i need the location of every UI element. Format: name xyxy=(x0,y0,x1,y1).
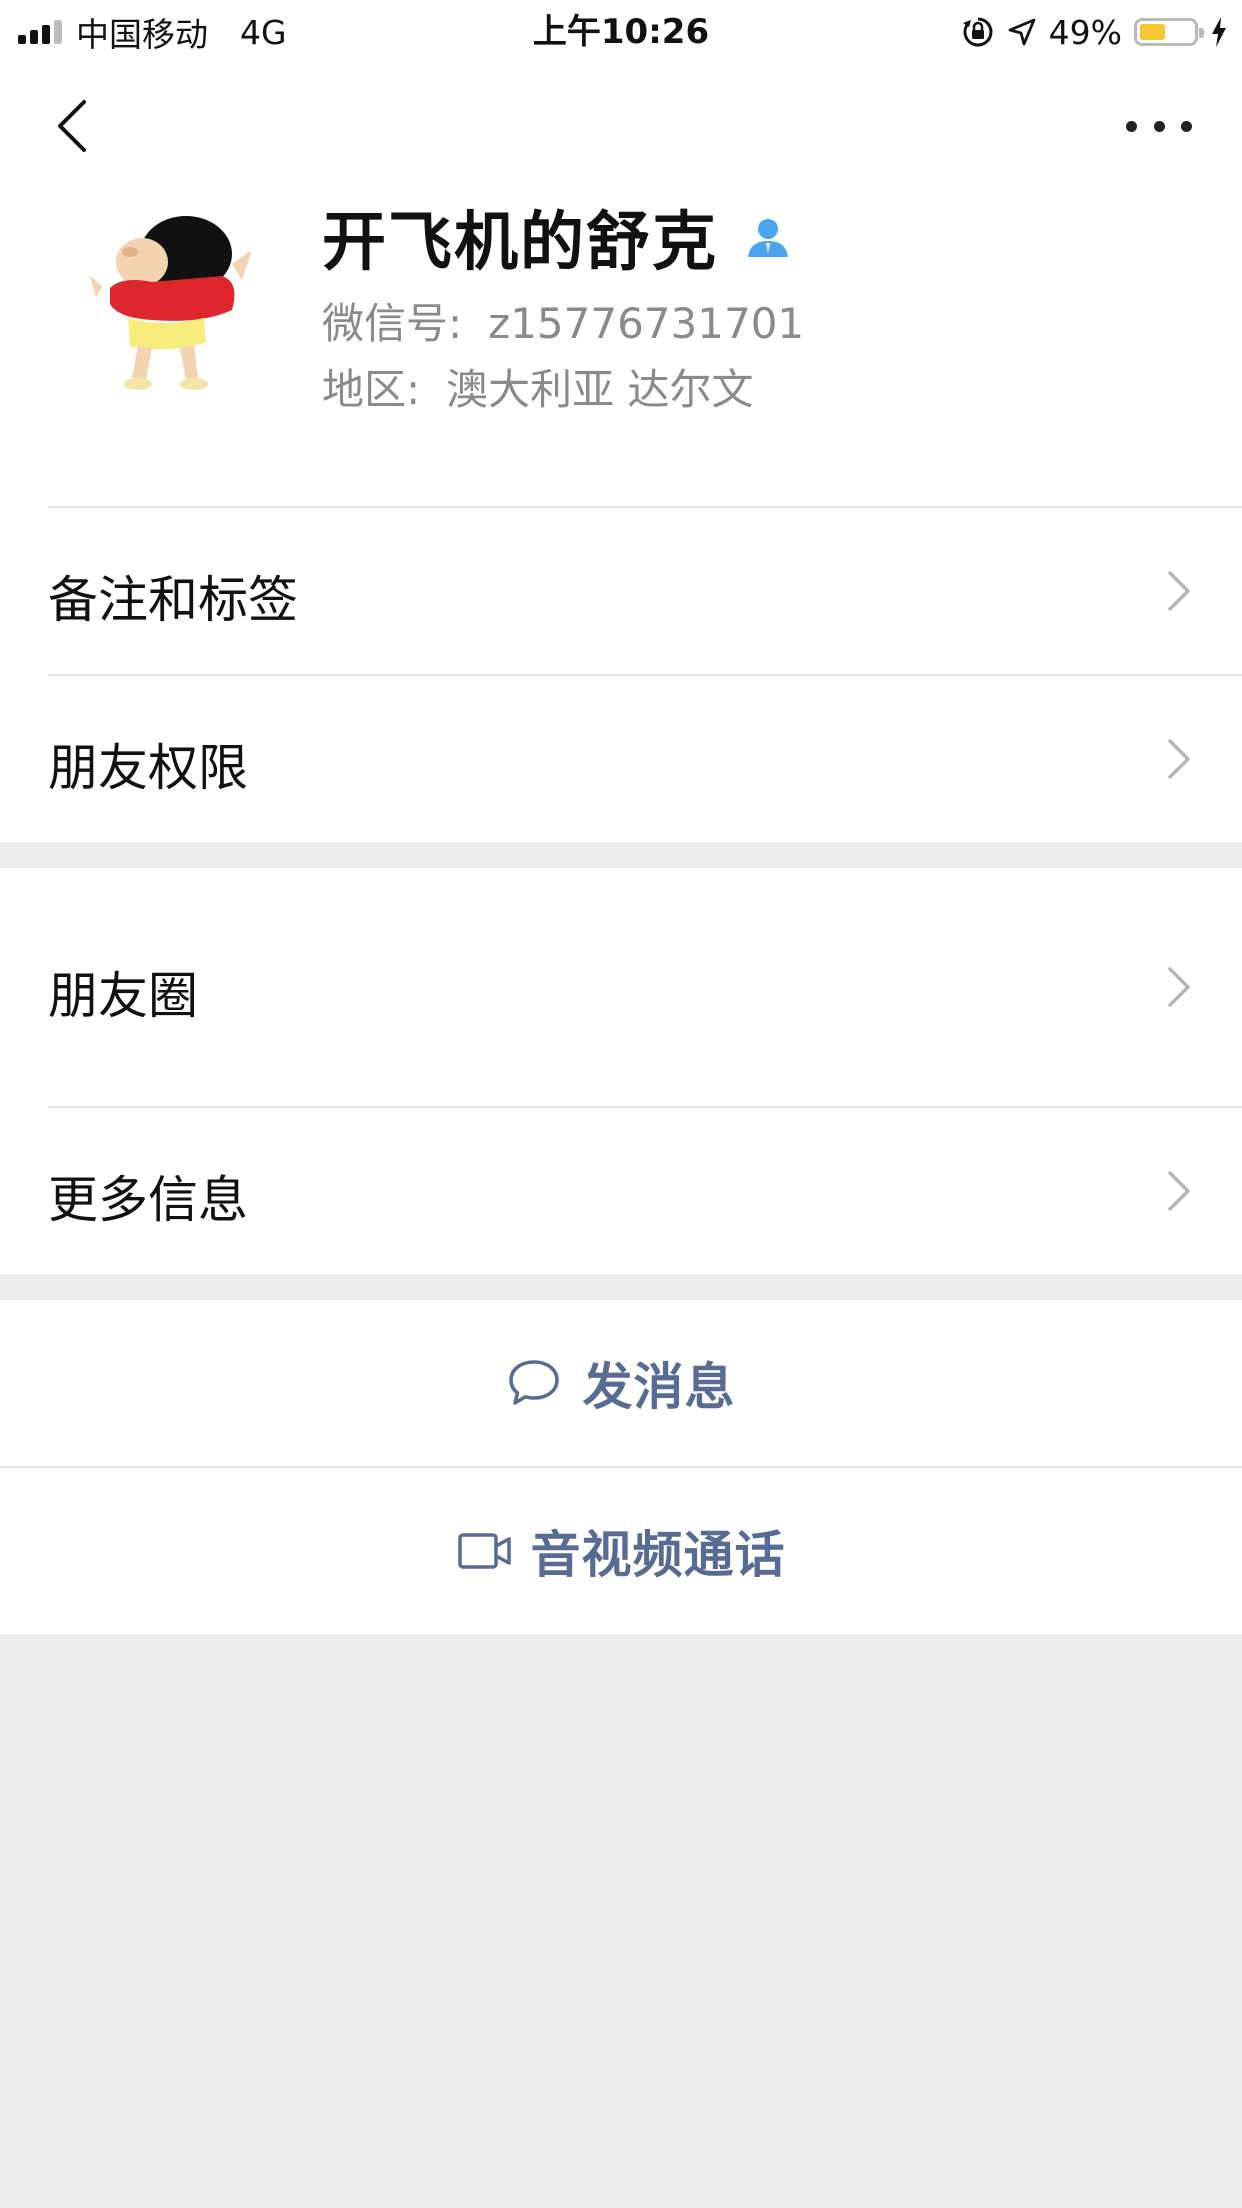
row-friend-permissions[interactable]: 朋友权限 xyxy=(0,676,1242,842)
send-message-button[interactable]: 发消息 xyxy=(0,1300,1242,1466)
chevron-left-icon xyxy=(58,100,86,152)
more-dot xyxy=(1126,120,1137,132)
send-message-content: 发消息 xyxy=(0,1300,1242,1466)
contact-person-icon xyxy=(748,219,788,257)
row-moments[interactable]: 朋友圈 xyxy=(0,868,1242,1106)
row-remark-tags[interactable]: 备注和标签 xyxy=(0,508,1242,674)
region-label: 地区: xyxy=(322,365,421,414)
chevron-right-icon xyxy=(1168,571,1190,611)
row-label-moments: 朋友圈 xyxy=(48,967,198,1025)
battery-cap xyxy=(1199,28,1204,38)
avatar[interactable] xyxy=(82,206,262,406)
row-label-friend-permissions: 朋友权限 xyxy=(48,739,248,797)
chevron-right-icon xyxy=(1168,1171,1190,1211)
video-call-button[interactable]: 音视频通话 xyxy=(0,1468,1242,1634)
battery-percent: 49% xyxy=(1048,12,1122,52)
settings-group-2: 朋友圈 更多信息 xyxy=(0,868,1242,1274)
battery-icon xyxy=(1134,18,1204,46)
chevron-right-icon xyxy=(1168,739,1190,779)
wechat-id-value: z15776731701 xyxy=(488,299,805,348)
charging-icon xyxy=(1212,17,1226,47)
region-line: 地区: 澳大利亚 达尔文 xyxy=(322,356,754,417)
video-call-label: 音视频通话 xyxy=(530,1526,786,1584)
row-label-more-info: 更多信息 xyxy=(48,1171,248,1229)
chat-bubble-icon xyxy=(508,1360,559,1405)
battery-level-fill xyxy=(1140,24,1165,40)
nickname-row: 开飞机的舒克 xyxy=(322,192,792,282)
rotation-lock-icon xyxy=(962,17,993,47)
more-dots-icon[interactable] xyxy=(1126,104,1192,148)
row-more-info[interactable]: 更多信息 xyxy=(0,1108,1242,1274)
region-value: 澳大利亚 达尔文 xyxy=(446,365,754,414)
video-camera-icon xyxy=(457,1533,511,1569)
video-call-content: 音视频通话 xyxy=(0,1468,1242,1634)
row-label-remark-tags: 备注和标签 xyxy=(48,571,298,629)
chevron-right-icon xyxy=(1168,967,1190,1007)
status-right: 49% xyxy=(961,0,1228,64)
more-dot xyxy=(1181,120,1192,132)
wechat-id-label: 微信号: xyxy=(322,299,463,348)
location-icon xyxy=(1008,18,1036,46)
more-dot xyxy=(1153,120,1165,132)
settings-group-1: 备注和标签 朋友权限 xyxy=(0,506,1242,842)
nickname: 开飞机的舒克 xyxy=(322,206,718,280)
wechat-id-line: 微信号: z15776731701 xyxy=(322,290,804,351)
send-message-label: 发消息 xyxy=(582,1358,736,1416)
profile-header: 开飞机的舒克 微信号: z15776731701 地区: 澳大利亚 达尔文 xyxy=(0,188,1242,506)
nav-bar xyxy=(0,64,1242,188)
status-bar: 中国移动 4G 上午10:26 49% xyxy=(0,0,1242,64)
back-button[interactable] xyxy=(44,94,108,158)
